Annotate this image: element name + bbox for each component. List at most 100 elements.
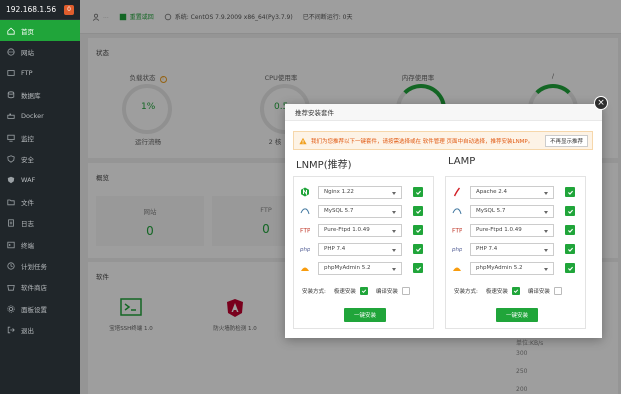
modal-title: 推荐安装套件 [285, 104, 602, 121]
lnmp-package-checkbox[interactable] [413, 263, 423, 273]
check-icon [415, 209, 421, 214]
lnmp-package-checkbox[interactable] [413, 244, 423, 254]
sidebar-item-2[interactable]: FTP [0, 63, 80, 84]
phpmyadmin-icon [452, 263, 462, 273]
lnmp-version-select[interactable]: Pure-Ftpd 1.0.49 [318, 223, 402, 237]
lnmp-fast-label: 极速安装 [333, 289, 356, 295]
lnmp-method-label: 安装方式: [302, 289, 326, 295]
lnmp-row: Nginx 1.22 [300, 185, 423, 199]
close-icon[interactable]: × [594, 96, 608, 110]
sidebar-item-4[interactable]: Docker [0, 106, 80, 127]
php-icon: php [300, 244, 310, 254]
mysql-icon [300, 206, 310, 216]
sidebar-item-label: FTP [21, 69, 33, 78]
lamp-package-checkbox[interactable] [565, 187, 575, 197]
monitor-icon [7, 134, 15, 142]
sidebar-item-label: 数据库 [21, 91, 41, 100]
lamp-version-select[interactable]: MySQL 5.7 [470, 204, 554, 218]
svg-text:php: php [300, 247, 310, 253]
lamp-package-checkbox[interactable] [565, 225, 575, 235]
svg-text:FTP: FTP [452, 228, 462, 235]
check-icon [415, 266, 421, 271]
folder-icon [7, 198, 15, 206]
sidebar-item-6[interactable]: 安全 [0, 148, 80, 169]
lnmp-version-select[interactable]: PHP 7.4 [318, 242, 402, 256]
sidebar-item-label: 退出 [21, 327, 34, 336]
sidebar-item-11[interactable]: 计划任务 [0, 255, 80, 276]
check-icon [513, 289, 519, 294]
sidebar-item-13[interactable]: 面板设置 [0, 298, 80, 319]
sidebar-header: 192.168.1.56 0 [0, 0, 80, 20]
sidebar-item-label: Docker [21, 112, 44, 121]
sidebar-item-8[interactable]: 文件 [0, 191, 80, 212]
lnmp-compile-checkbox[interactable] [401, 287, 410, 295]
clock-icon [7, 262, 15, 270]
warning-text: 我们为您推荐以下一键套件，请按需选择或在 软件管理 页面中自动选择，推荐安装LN… [311, 138, 534, 145]
sidebar-item-3[interactable]: 数据库 [0, 84, 80, 105]
gear-icon [7, 305, 15, 313]
waf-icon [7, 176, 15, 184]
sidebar-item-0[interactable]: 首页 [0, 20, 80, 42]
lnmp-package-checkbox[interactable] [413, 225, 423, 235]
server-ip: 192.168.1.56 [6, 5, 57, 14]
docker-icon [7, 112, 15, 120]
lamp-version-select[interactable]: PHP 7.4 [470, 242, 554, 256]
sidebar-item-1[interactable]: 网站 [0, 41, 80, 62]
sidebar-item-label: 文件 [21, 198, 34, 207]
sidebar-item-label: WAF [21, 176, 36, 185]
check-icon [567, 209, 573, 214]
sidebar-item-7[interactable]: WAF [0, 170, 80, 191]
lnmp-install-button[interactable]: 一键安装 [344, 308, 386, 322]
shield-icon [7, 155, 15, 163]
svg-text:FTP: FTP [300, 228, 310, 235]
lamp-version-select[interactable]: Apache 2.4 [470, 185, 554, 199]
ftp-icon: FTP [300, 225, 310, 235]
lnmp-version-select[interactable]: phpMyAdmin 5.2 [318, 261, 402, 275]
sidebar-item-label: 软件商店 [21, 284, 47, 293]
lnmp-version-select[interactable]: Nginx 1.22 [318, 185, 402, 199]
nginx-icon [300, 187, 310, 197]
logout-icon [7, 326, 15, 334]
sidebar-item-14[interactable]: 退出 [0, 319, 80, 340]
lamp-fast-label: 极速安装 [485, 289, 508, 295]
sidebar-item-label: 网站 [21, 49, 34, 58]
lamp-install-button[interactable]: 一键安装 [496, 308, 538, 322]
lamp-title: LAMP [448, 156, 476, 167]
sidebar-item-label: 计划任务 [21, 262, 47, 271]
sidebar-item-10[interactable]: 终端 [0, 234, 80, 255]
lamp-row: phpMyAdmin 5.2 [452, 261, 575, 275]
check-icon [567, 228, 573, 233]
check-icon [361, 289, 367, 294]
lamp-install-method: 安装方式: 极速安装 编译安装 [454, 287, 570, 295]
check-icon [567, 190, 573, 195]
lamp-compile-label: 编译安装 [527, 289, 550, 295]
sidebar-item-label: 安全 [21, 156, 34, 165]
globe-icon [7, 48, 15, 56]
lnmp-package-checkbox[interactable] [413, 206, 423, 216]
sidebar-item-label: 首页 [21, 27, 34, 36]
lnmp-install-method: 安装方式: 极速安装 编译安装 [302, 287, 418, 295]
notification-badge[interactable]: 0 [64, 4, 74, 15]
dont-show-button[interactable]: 不再显示推荐 [544, 135, 588, 147]
apache-icon [452, 187, 462, 197]
lamp-version-select[interactable]: phpMyAdmin 5.2 [470, 261, 554, 275]
sidebar-item-9[interactable]: 日志 [0, 213, 80, 234]
lamp-version-select[interactable]: Pure-Ftpd 1.0.49 [470, 223, 554, 237]
lnmp-package-checkbox[interactable] [413, 187, 423, 197]
lamp-row: Apache 2.4 [452, 185, 575, 199]
lnmp-fast-checkbox[interactable] [359, 287, 368, 295]
check-icon [567, 247, 573, 252]
sidebar-item-12[interactable]: 软件商店 [0, 277, 80, 298]
phpmyadmin-icon [300, 263, 310, 273]
lamp-row: MySQL 5.7 [452, 204, 575, 218]
lamp-package-checkbox[interactable] [565, 206, 575, 216]
lnmp-box: Nginx 1.22 MySQL 5.7 FTP Pure-Ftpd 1.0.4… [293, 176, 434, 329]
sidebar-item-5[interactable]: 监控 [0, 127, 80, 148]
lamp-package-checkbox[interactable] [565, 263, 575, 273]
lnmp-version-select[interactable]: MySQL 5.7 [318, 204, 402, 218]
lamp-compile-checkbox[interactable] [553, 287, 562, 295]
lamp-fast-checkbox[interactable] [511, 287, 520, 295]
sidebar-item-label: 终端 [21, 241, 34, 250]
lamp-package-checkbox[interactable] [565, 244, 575, 254]
lnmp-row: php PHP 7.4 [300, 242, 423, 256]
